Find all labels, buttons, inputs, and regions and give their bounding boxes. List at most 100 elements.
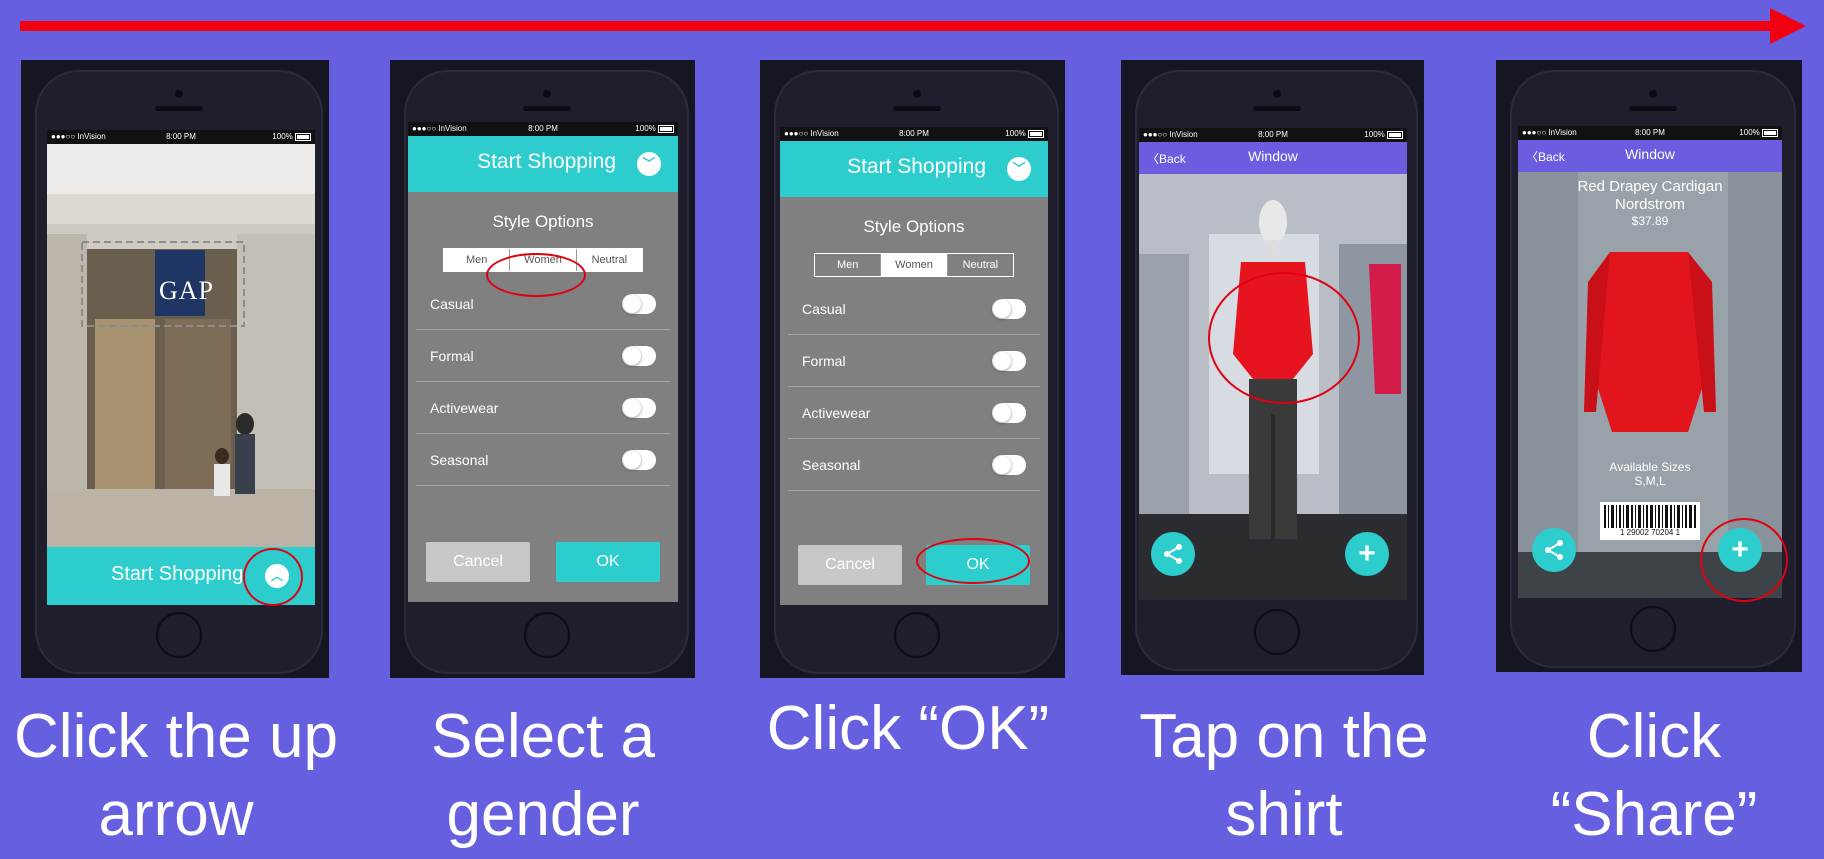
chevron-down-icon[interactable]: ﹀ <box>1007 157 1031 181</box>
product-name: Red Drapey Cardigan <box>1577 178 1723 195</box>
ok-button[interactable]: OK <box>556 542 660 582</box>
seasonal-toggle[interactable] <box>622 450 656 470</box>
screen: ●●●○○ InVision 8:00 PM 100% Start Shoppi… <box>408 122 678 602</box>
battery-level: 100% <box>1739 126 1778 140</box>
share-icon <box>1164 544 1182 564</box>
highlight-ring <box>486 253 586 297</box>
home-button <box>1630 606 1676 652</box>
cancel-button[interactable]: Cancel <box>426 542 530 582</box>
header-title: Start Shopping <box>477 150 616 173</box>
add-button[interactable]: + <box>1345 532 1389 576</box>
red-cardigan-image <box>1596 252 1704 432</box>
casual-toggle[interactable] <box>992 299 1026 319</box>
start-shopping-header: Start Shopping ﹀ <box>408 136 678 192</box>
store-name: Nordstrom <box>1614 196 1685 213</box>
segment-neutral[interactable]: Neutral <box>576 249 642 271</box>
status-bar: ●●●○○ InVision 8:00 PM 100% <box>780 127 1048 141</box>
product-price: $37.89 <box>1631 214 1669 228</box>
option-row-seasonal: Seasonal <box>788 439 1040 491</box>
share-icon <box>1545 540 1563 560</box>
share-button[interactable] <box>1151 532 1195 576</box>
dialog-buttons: Cancel OK <box>426 542 660 582</box>
camera-icon <box>1649 90 1657 98</box>
header-title: Start Shopping <box>847 155 986 178</box>
speaker-grille <box>892 106 941 111</box>
nav-title: Window <box>1625 146 1675 162</box>
highlight-ring <box>916 538 1030 584</box>
screen: ●●●○○ InVision 8:00 PM 100% Start Shoppi… <box>780 127 1048 605</box>
speaker-grille <box>1629 106 1677 111</box>
battery-icon <box>1387 130 1403 139</box>
style-options-title: Style Options <box>863 217 965 236</box>
camera-icon <box>542 90 551 98</box>
highlight-ring <box>1700 518 1788 602</box>
activewear-toggle[interactable] <box>992 403 1026 423</box>
sizes-value: S,M,L <box>1634 474 1666 488</box>
arrow-line <box>20 21 1780 31</box>
style-options-title: Style Options <box>492 212 594 231</box>
battery-level: 100% <box>1364 128 1403 142</box>
chevron-down-icon[interactable]: ﹀ <box>637 152 661 176</box>
segment-men[interactable]: Men <box>815 254 882 276</box>
store-photo <box>47 144 315 547</box>
caption-step-5: Click “Share” <box>1550 702 1758 849</box>
store-sign-text: GAP <box>159 276 215 305</box>
status-bar: ●●●○○ InVision 8:00 PM 100% <box>1518 126 1782 140</box>
caption-step-3: Click “OK” <box>766 694 1050 763</box>
cancel-button[interactable]: Cancel <box>798 545 902 585</box>
segment-women[interactable]: Women <box>881 254 948 276</box>
activewear-toggle[interactable] <box>622 398 656 418</box>
seasonal-toggle[interactable] <box>992 455 1026 475</box>
plus-icon: + <box>1358 537 1376 570</box>
battery-icon <box>658 124 674 133</box>
home-button <box>156 612 202 658</box>
segment-neutral[interactable]: Neutral <box>947 254 1013 276</box>
home-button <box>893 612 940 658</box>
gender-segmented-control: Men Women Neutral <box>814 253 1014 277</box>
nav-title: Window <box>1248 148 1298 164</box>
battery-level: 100% <box>272 130 311 144</box>
phone-step-3: ●●●○○ InVision 8:00 PM 100% Start Shoppi… <box>760 60 1065 678</box>
phone-step-1: ●●●○○ InVision 8:00 PM 100% GAP Start Sh… <box>21 60 329 678</box>
battery-icon <box>295 132 311 141</box>
speaker-grille <box>1252 106 1301 111</box>
phone-step-4: ●●●○○ InVision 8:00 PM 100% 〈Back Window… <box>1121 60 1424 675</box>
option-row-casual: Casual <box>788 283 1040 335</box>
sizes-label: Available Sizes <box>1609 460 1691 474</box>
share-button[interactable] <box>1532 528 1576 572</box>
highlight-ring <box>1208 272 1360 404</box>
caption-step-1: Click the up arrow <box>14 702 338 849</box>
start-shopping-header: Start Shopping ﹀ <box>780 141 1048 197</box>
battery-level: 100% <box>1005 127 1044 141</box>
screen: ●●●○○ InVision 8:00 PM 100% GAP Start Sh… <box>47 130 315 605</box>
start-shopping-label: Start Shopping <box>111 563 244 585</box>
casual-toggle[interactable] <box>622 294 656 314</box>
mannequin-head <box>1259 200 1287 244</box>
battery-icon <box>1762 128 1778 137</box>
option-row-formal: Formal <box>416 330 670 382</box>
option-row-seasonal: Seasonal <box>416 434 670 486</box>
option-row-activewear: Activewear <box>788 387 1040 439</box>
nav-bar: 〈Back Window <box>1518 140 1782 172</box>
caption-step-4: Tap on the shirt <box>1139 702 1429 849</box>
phone-step-2: ●●●○○ InVision 8:00 PM 100% Start Shoppi… <box>390 60 695 678</box>
camera-icon <box>175 90 183 98</box>
formal-toggle[interactable] <box>992 351 1026 371</box>
formal-toggle[interactable] <box>622 346 656 366</box>
speaker-grille <box>522 106 571 111</box>
phone-step-5: ●●●○○ InVision 8:00 PM 100% 〈Back Window… <box>1496 60 1802 672</box>
status-bar: ●●●○○ InVision 8:00 PM 100% <box>1139 128 1407 142</box>
battery-level: 100% <box>635 122 674 136</box>
option-row-activewear: Activewear <box>416 382 670 434</box>
home-button <box>523 612 570 658</box>
nav-bar: 〈Back Window <box>1139 142 1407 174</box>
arrow-head <box>1770 8 1806 44</box>
barcode-number: 1 29002 70204 1 <box>1600 528 1700 537</box>
camera-icon <box>912 90 921 98</box>
speaker-grille <box>155 106 203 111</box>
highlight-ring <box>243 548 303 606</box>
home-button <box>1253 609 1300 655</box>
camera-icon <box>1272 90 1281 98</box>
status-bar: ●●●○○ InVision 8:00 PM 100% <box>47 130 315 144</box>
battery-icon <box>1028 129 1044 138</box>
